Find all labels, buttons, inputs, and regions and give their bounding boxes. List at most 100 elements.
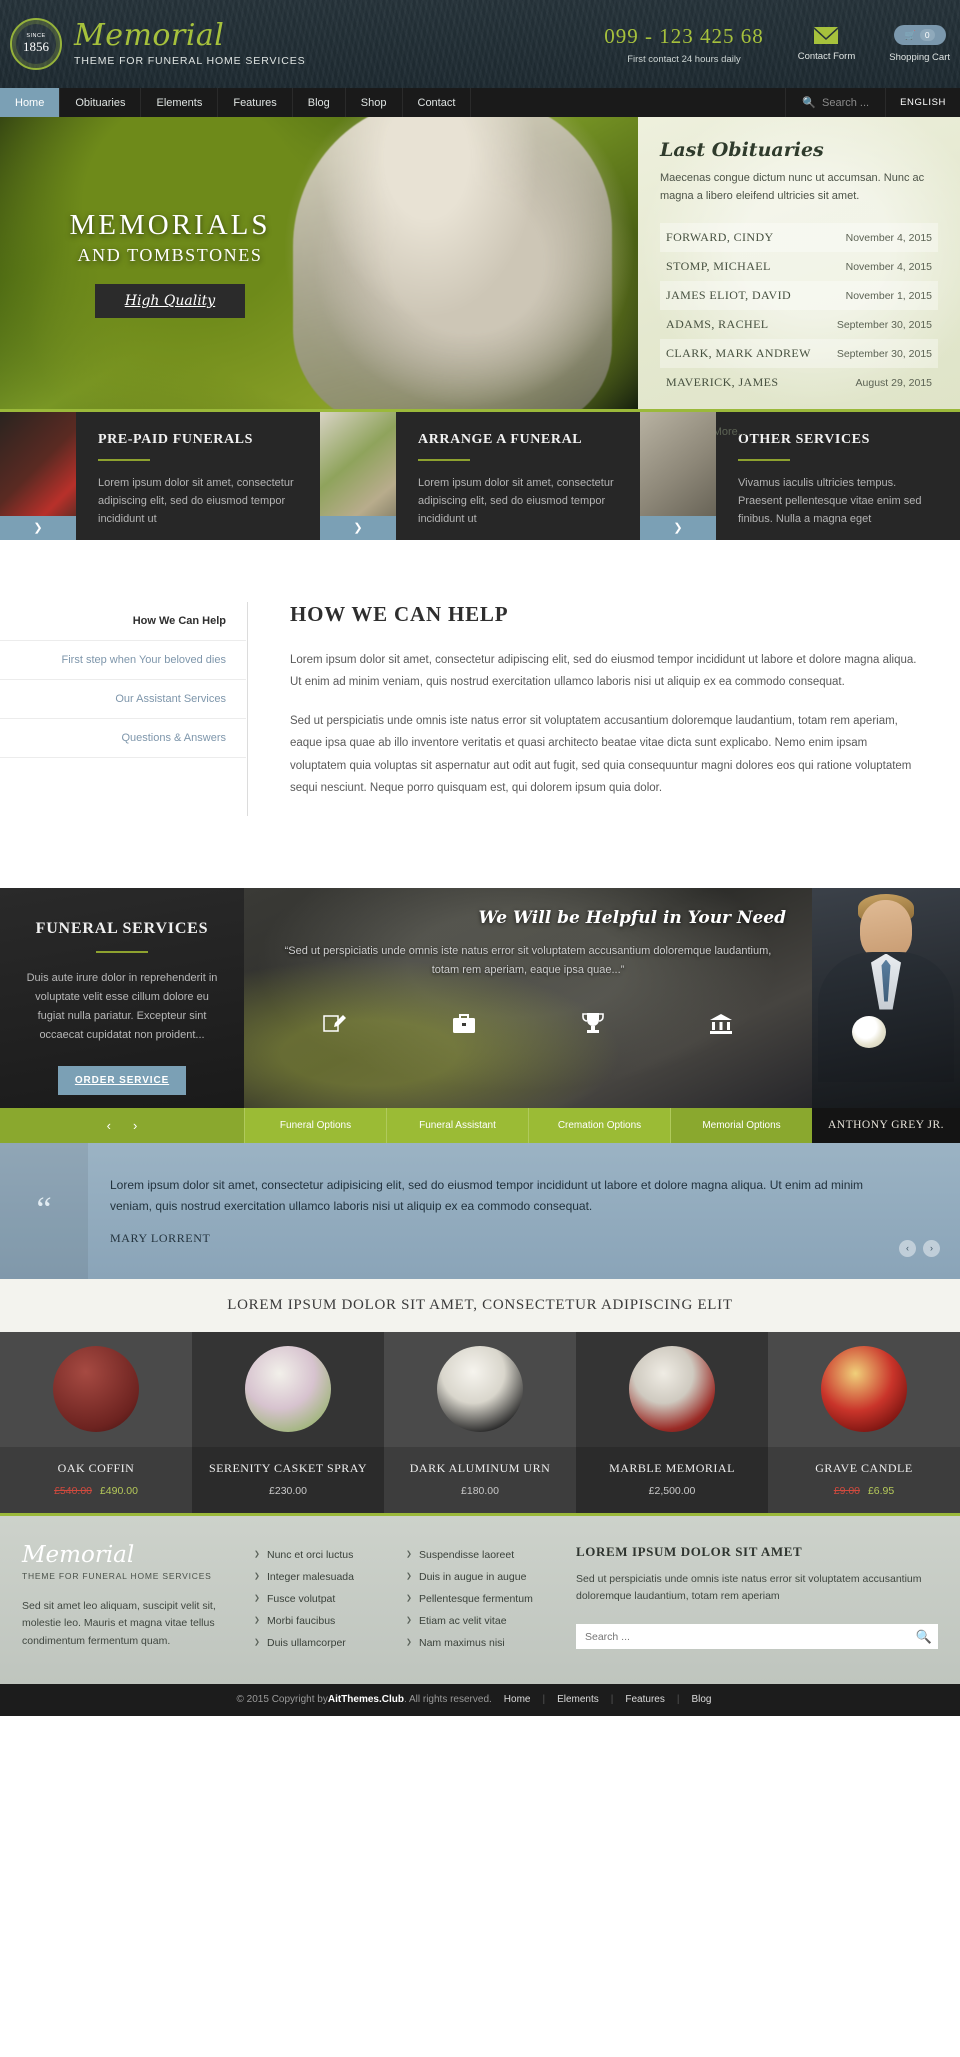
- person-flower-shape: [852, 1015, 886, 1048]
- service-box-text: Lorem ipsum dolor sit amet, consectetur …: [418, 477, 614, 526]
- envelope-icon: [814, 26, 839, 44]
- service-box-title: PRE-PAID FUNERALS: [98, 432, 253, 447]
- product-card-dark-aluminum-urn[interactable]: DARK ALUMINUM URN £180.00: [384, 1331, 576, 1513]
- last-obituaries-panel: Last Obituaries Maecenas congue dictum n…: [638, 117, 960, 441]
- copyright-suffix: . All rights reserved.: [403, 1694, 492, 1706]
- obituary-row[interactable]: JAMES ELIOT, DAVID November 1, 2015: [660, 281, 938, 311]
- products-row: OAK COFFIN £540.00 £490.00 SERENITY CASK…: [0, 1331, 960, 1513]
- nav-search[interactable]: 🔍 Search ...: [785, 88, 885, 117]
- nav-item-elements[interactable]: Elements: [141, 88, 219, 117]
- obituary-row[interactable]: ADAMS, RACHEL September 30, 2015: [660, 310, 938, 339]
- nav-item-contact[interactable]: Contact: [403, 88, 472, 117]
- product-card-serenity-casket-spray[interactable]: SERENITY CASKET SPRAY £230.00: [192, 1331, 384, 1513]
- service-box-arrow-button[interactable]: ❯: [0, 516, 76, 540]
- help-tab-how-we-can-help[interactable]: How We Can Help: [0, 602, 246, 641]
- footer-link[interactable]: Morbi faucibus: [254, 1610, 392, 1632]
- how-we-can-help-section: How We Can Help First step when Your bel…: [0, 540, 960, 888]
- footer-link[interactable]: Fusce volutpat: [254, 1588, 392, 1610]
- nav-item-home[interactable]: Home: [0, 88, 61, 117]
- footer-search-input[interactable]: [576, 1630, 910, 1643]
- footer-link[interactable]: Duis ullamcorper: [254, 1632, 392, 1654]
- service-box-prepaid-funerals[interactable]: ❯ PRE-PAID FUNERALS Lorem ipsum dolor si…: [0, 412, 320, 540]
- footer-link[interactable]: Integer malesuada: [254, 1566, 392, 1588]
- obituary-date: November 4, 2015: [845, 231, 932, 244]
- shopping-cart-link[interactable]: 🛒 0 Shopping Cart: [889, 25, 950, 63]
- footer-link[interactable]: Pellentesque fermentum: [406, 1588, 544, 1610]
- service-box-text: Lorem ipsum dolor sit amet, consectetur …: [98, 477, 294, 526]
- copyright-brand[interactable]: AitThemes.Club: [328, 1694, 404, 1705]
- pencil-icon[interactable]: [323, 1012, 347, 1037]
- nav-item-obituaries[interactable]: Obituaries: [60, 88, 142, 117]
- testimonial-next-button[interactable]: ›: [923, 1239, 940, 1257]
- slider-title: We Will be Helpful in Your Need: [478, 907, 786, 928]
- brand-tagline: THEME FOR FUNERAL HOME SERVICES: [74, 55, 306, 67]
- brand-logo[interactable]: SINCE 1856 Memorial THEME FOR FUNERAL HO…: [10, 18, 306, 70]
- product-sale-price: £180.00: [461, 1484, 499, 1497]
- copyright-link-blog[interactable]: Blog: [679, 1694, 723, 1705]
- help-tab-first-step[interactable]: First step when Your beloved dies: [0, 641, 246, 680]
- language-selector[interactable]: ENGLISH: [885, 88, 960, 117]
- copyright-link-features[interactable]: Features: [613, 1694, 676, 1705]
- badge-year-label: 1856: [23, 38, 49, 54]
- copyright-link-home[interactable]: Home: [492, 1694, 543, 1705]
- products-heading: LOREM IPSUM DOLOR SIT AMET, CONSECTETUR …: [0, 1278, 960, 1332]
- cart-pill[interactable]: 🛒 0: [893, 25, 946, 45]
- service-box-arrange-funeral[interactable]: ❯ ARRANGE A FUNERAL Lorem ipsum dolor si…: [320, 412, 640, 540]
- obituary-row[interactable]: FORWARD, CINDY November 4, 2015: [660, 223, 938, 253]
- product-card-oak-coffin[interactable]: OAK COFFIN £540.00 £490.00: [0, 1331, 192, 1513]
- service-box-image-flowers: ❯: [320, 412, 396, 540]
- trophy-icon[interactable]: [581, 1012, 604, 1037]
- product-card-marble-memorial[interactable]: MARBLE MEMORIAL £2,500.00: [576, 1331, 768, 1513]
- chevron-left-icon[interactable]: ‹: [107, 1118, 111, 1133]
- product-image: [768, 1331, 960, 1447]
- footer-link[interactable]: Suspendisse laoreet: [406, 1544, 544, 1566]
- help-heading: HOW WE CAN HELP: [290, 602, 509, 626]
- order-service-button[interactable]: ORDER SERVICE: [57, 1065, 187, 1095]
- product-price: £2,500.00: [582, 1485, 762, 1497]
- tab-funeral-options[interactable]: Funeral Options: [244, 1107, 386, 1143]
- nav-item-shop[interactable]: Shop: [346, 88, 403, 117]
- obituary-name: MAVERICK, JAMES: [666, 375, 779, 390]
- product-image: [0, 1331, 192, 1447]
- product-card-grave-candle[interactable]: GRAVE CANDLE £9.00 £6.95: [768, 1331, 960, 1513]
- hero-cta-button[interactable]: High Quality: [94, 284, 246, 318]
- service-box-arrow-button[interactable]: ❯: [640, 516, 716, 540]
- nav-item-features[interactable]: Features: [218, 88, 293, 117]
- product-sale-price: £230.00: [269, 1484, 307, 1497]
- testimonial-prev-button[interactable]: ‹: [899, 1239, 916, 1257]
- briefcase-icon[interactable]: [452, 1013, 476, 1037]
- help-tab-assistant-services[interactable]: Our Assistant Services: [0, 680, 246, 719]
- footer-search-icon[interactable]: 🔍: [910, 1624, 938, 1649]
- footer-link[interactable]: Nam maximus nisi: [406, 1632, 544, 1654]
- chevron-right-icon[interactable]: ›: [133, 1118, 137, 1133]
- contact-form-link[interactable]: Contact Form: [798, 26, 855, 62]
- service-box-arrow-button[interactable]: ❯: [320, 516, 396, 540]
- tab-memorial-options[interactable]: Memorial Options: [670, 1107, 812, 1143]
- tab-funeral-assistant[interactable]: Funeral Assistant: [386, 1107, 528, 1143]
- obituaries-intro: Maecenas congue dictum nunc ut accumsan.…: [660, 172, 925, 202]
- obituaries-list: FORWARD, CINDY November 4, 2015 STOMP, M…: [660, 223, 938, 397]
- product-image: [192, 1331, 384, 1447]
- services-tabbar: ‹ › Funeral Options Funeral Assistant Cr…: [0, 1107, 960, 1143]
- footer-search-box[interactable]: 🔍: [576, 1624, 938, 1650]
- service-box-text: Vivamus iaculis ultricies tempus. Praese…: [738, 477, 922, 526]
- footer-link[interactable]: Duis in augue in augue: [406, 1566, 544, 1588]
- footer-link[interactable]: Nunc et orci luctus: [254, 1544, 392, 1566]
- funeral-services-title: FUNERAL SERVICES: [35, 919, 209, 937]
- cart-count: 0: [919, 29, 935, 41]
- tab-cremation-options[interactable]: Cremation Options: [528, 1107, 670, 1143]
- footer-link[interactable]: Etiam ac velit vitae: [406, 1610, 544, 1632]
- nav-item-blog[interactable]: Blog: [293, 88, 346, 117]
- phone-number: 099 - 123 425 68: [604, 23, 764, 48]
- phone-note: First contact 24 hours daily: [627, 53, 741, 65]
- copyright-link-elements[interactable]: Elements: [545, 1694, 611, 1705]
- divider: [98, 459, 150, 461]
- obituary-row[interactable]: MAVERICK, JAMES August 29, 2015: [660, 368, 938, 397]
- bank-icon[interactable]: [709, 1013, 733, 1037]
- search-icon: 🔍: [802, 97, 817, 109]
- obituary-row[interactable]: CLARK, MARK ANDREW September 30, 2015: [660, 339, 938, 369]
- obituary-row[interactable]: STOMP, MICHAEL November 4, 2015: [660, 252, 938, 281]
- footer-brand-name: Memorial: [22, 1541, 135, 1568]
- footer-column-text: Sed ut perspiciatis unde omnis iste natu…: [576, 1572, 922, 1603]
- help-tab-questions-answers[interactable]: Questions & Answers: [0, 719, 246, 758]
